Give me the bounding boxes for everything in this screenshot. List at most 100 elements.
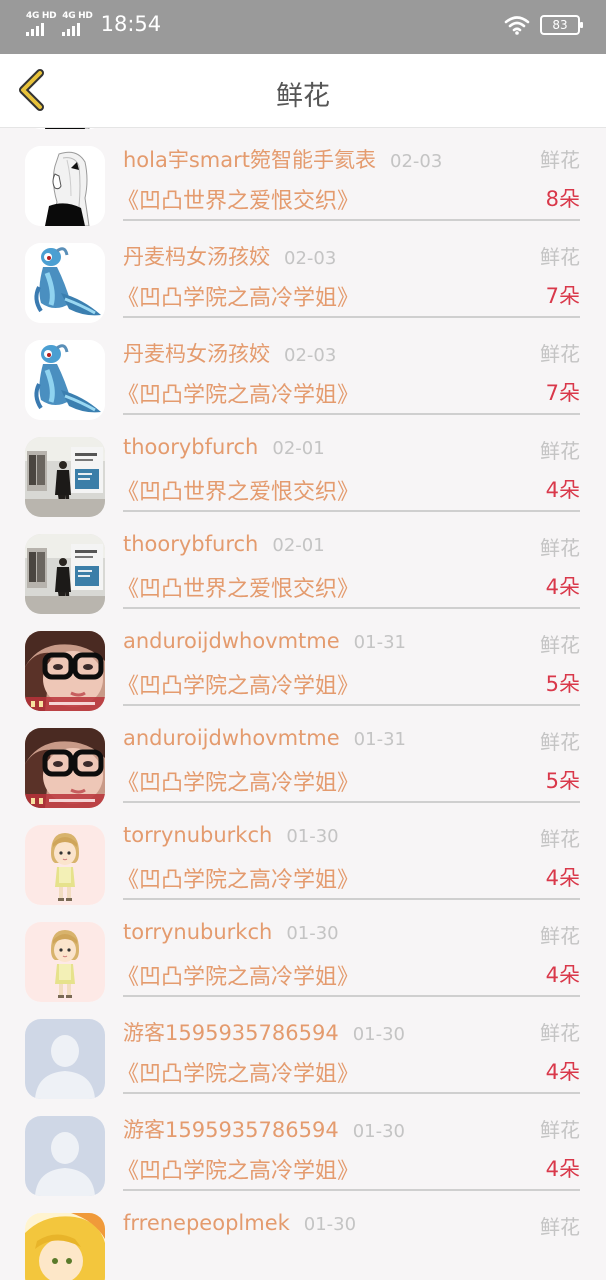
book-title[interactable]: 《凹凸学院之高冷学姐》 <box>117 965 359 990</box>
gift-count: 4朵 <box>545 963 580 987</box>
row-divider <box>123 898 580 900</box>
avatar[interactable] <box>25 340 105 420</box>
user-name[interactable]: torrynuburkch <box>123 920 272 944</box>
gift-count: 7朵 <box>545 381 580 405</box>
gift-type: 鲜花 <box>540 730 580 754</box>
record-header-line: hola宇smart箢智能手氦表 02-03 鲜花 <box>123 144 580 174</box>
list-item[interactable]: hola宇smart箢智能手氦表02-03鲜花《凹凸世界之爱恨交织》8朵 <box>0 135 606 232</box>
list-item[interactable]: anduroijdwhovmtme 01-31 鲜花 《凹凸学院之高冷学姐》 5朵 <box>0 620 606 717</box>
user-name[interactable]: frrenepeoplmek <box>123 1211 290 1235</box>
gift-record-list[interactable]: hola宇smart箢智能手氦表02-03鲜花《凹凸世界之爱恨交织》8朵 hol… <box>0 128 606 1280</box>
book-title[interactable]: 《凹凸学院之高冷学姐》 <box>117 674 359 699</box>
gift-date: 01-30 <box>303 1214 357 1235</box>
list-item[interactable]: frrenepeoplmek 01-30 鲜花 <box>0 1202 606 1280</box>
gift-type: 鲜花 <box>540 924 580 948</box>
row-divider <box>123 801 580 803</box>
list-item[interactable]: thoorybfurch 02-01 鲜花《凹凸世界之爱恨交织》 4朵 <box>0 523 606 620</box>
gift-count: 4朵 <box>545 1060 580 1084</box>
gift-count: 4朵 <box>545 575 580 599</box>
avatar[interactable] <box>25 1213 105 1280</box>
gift-count: 8朵 <box>545 187 580 211</box>
record-detail-line: 《凹凸学院之高冷学姐》 7朵 <box>117 280 580 311</box>
record-header-line: torrynuburkch 01-30 鲜花 <box>123 920 580 950</box>
list-item[interactable]: 游客1595935786594 01-30 鲜花 《凹凸学院之高冷学姐》 4朵 <box>0 1008 606 1105</box>
gift-type: 鲜花 <box>540 536 580 560</box>
gift-date: 01-31 <box>353 729 406 750</box>
signal-icon-sim1: 4G HD <box>26 11 57 36</box>
user-name[interactable]: 游客1595935786594 <box>123 1118 339 1142</box>
avatar[interactable] <box>25 922 105 1002</box>
book-title[interactable]: 《凹凸学院之高冷学姐》 <box>117 1062 359 1087</box>
battery-level: 83 <box>552 18 568 32</box>
list-item[interactable]: 丹麦杩女汤孩姣 02-03 鲜花 《凹凸学院之高冷学姐》 7朵 <box>0 232 606 329</box>
record-header-line: torrynuburkch 01-30 鲜花 <box>123 823 580 853</box>
user-name[interactable]: thoorybfurch <box>123 435 258 459</box>
gift-type: 鲜花 <box>540 1021 580 1045</box>
book-title[interactable]: 《凹凸学院之高冷学姐》 <box>117 1159 359 1184</box>
record-header-line: frrenepeoplmek 01-30 鲜花 <box>123 1211 580 1241</box>
book-title[interactable]: 《凹凸学院之高冷学姐》 <box>117 868 359 893</box>
sim1-network-label: 4G HD <box>26 11 57 21</box>
status-time: 18:54 <box>100 12 162 36</box>
record-header-line: anduroijdwhovmtme 01-31 鲜花 <box>123 629 580 659</box>
avatar[interactable] <box>25 1116 105 1196</box>
gift-type: 鲜花 <box>540 342 580 366</box>
avatar[interactable] <box>25 146 105 226</box>
header-bar: 鲜花 <box>0 54 606 128</box>
list-item[interactable]: torrynuburkch 01-30 鲜花 《凹凸学院之高冷学姐》 4朵 <box>0 814 606 911</box>
avatar[interactable] <box>25 825 105 905</box>
page-title: 鲜花 <box>276 81 330 112</box>
avatar[interactable] <box>25 728 105 808</box>
user-name[interactable]: anduroijdwhovmtme <box>123 726 340 750</box>
record-detail-line <box>117 1250 580 1280</box>
book-title[interactable]: 《凹凸世界之爱恨交织》 <box>117 189 359 214</box>
book-title[interactable]: 《凹凸学院之高冷学姐》 <box>117 286 359 311</box>
user-name[interactable]: 丹麦杩女汤孩姣 <box>123 342 270 366</box>
record-header-line: thoorybfurch 02-01 鲜花 <box>123 532 580 562</box>
gift-date: 01-31 <box>353 632 406 653</box>
list-item[interactable]: hola宇smart箢智能手氦表02-03鲜花《凹凸世界之爱恨交织》8朵 <box>0 128 606 135</box>
book-title[interactable]: 《凹凸世界之爱恨交织》 <box>117 480 359 505</box>
user-name[interactable]: torrynuburkch <box>123 823 272 847</box>
list-item[interactable]: anduroijdwhovmtme 01-31 鲜花《凹凸学院之高冷学姐》 5朵 <box>0 717 606 814</box>
record-detail-line: 《凹凸学院之高冷学姐》 4朵 <box>117 1153 580 1184</box>
avatar[interactable] <box>25 243 105 323</box>
row-divider <box>123 704 580 706</box>
gift-type: 鲜花 <box>540 245 580 269</box>
gift-type: 鲜花 <box>540 827 580 851</box>
user-name[interactable]: anduroijdwhovmtme <box>123 629 340 653</box>
avatar[interactable] <box>25 534 105 614</box>
avatar[interactable] <box>25 437 105 517</box>
user-name[interactable]: hola宇smart箢智能手氦表 <box>123 148 376 172</box>
row-divider <box>123 1092 580 1094</box>
row-divider <box>123 995 580 997</box>
book-title[interactable]: 《凹凸学院之高冷学姐》 <box>117 383 359 408</box>
avatar[interactable] <box>25 128 105 129</box>
user-name[interactable]: thoorybfurch <box>123 532 258 556</box>
list-item[interactable]: torrynuburkch 01-30 鲜花《凹凸学院之高冷学姐》 4朵 <box>0 911 606 1008</box>
user-name[interactable]: 游客1595935786594 <box>123 1021 339 1045</box>
gift-date: 01-30 <box>286 923 339 944</box>
gift-count: 7朵 <box>545 284 580 308</box>
gift-type: 鲜花 <box>540 1118 580 1142</box>
gift-record-list-content: hola宇smart箢智能手氦表02-03鲜花《凹凸世界之爱恨交织》8朵 hol… <box>0 128 606 1280</box>
gift-date: 02-03 <box>390 151 443 172</box>
user-name[interactable]: 丹麦杩女汤孩姣 <box>123 245 270 269</box>
avatar[interactable] <box>25 1019 105 1099</box>
list-item[interactable]: 丹麦杩女汤孩姣 02-03 鲜花 《凹凸学院之高冷学姐》 7朵 <box>0 329 606 426</box>
record-detail-line: 《凹凸学院之高冷学姐》 7朵 <box>117 377 580 408</box>
gift-type: 鲜花 <box>540 1215 580 1239</box>
gift-type: 鲜花 <box>540 633 580 657</box>
status-bar: 4G HD 4G HD 18:54 83 <box>0 0 606 54</box>
record-header-line: 游客1595935786594 01-30 鲜花 <box>123 1114 580 1144</box>
list-item[interactable]: 游客1595935786594 01-30 鲜花《凹凸学院之高冷学姐》 4朵 <box>0 1105 606 1202</box>
row-divider <box>123 219 580 221</box>
gift-date: 01-30 <box>286 826 339 847</box>
gift-count: 4朵 <box>545 1157 580 1181</box>
book-title[interactable]: 《凹凸学院之高冷学姐》 <box>117 771 359 796</box>
avatar[interactable] <box>25 631 105 711</box>
gift-count: 5朵 <box>545 769 580 793</box>
sim2-network-label: 4G HD <box>62 11 93 21</box>
list-item[interactable]: thoorybfurch 02-01 鲜花 《凹凸世界之爱恨交织》 4朵 <box>0 426 606 523</box>
book-title[interactable]: 《凹凸世界之爱恨交织》 <box>117 577 359 602</box>
